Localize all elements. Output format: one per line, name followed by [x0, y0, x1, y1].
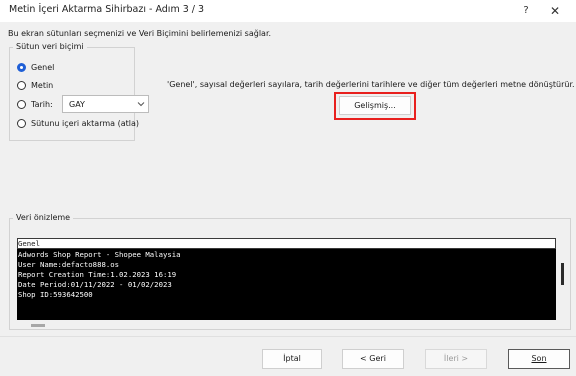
finish-button-label: Son [531, 354, 547, 363]
chevron-down-icon [136, 98, 146, 112]
radio-skip[interactable] [17, 119, 26, 128]
date-format-select[interactable]: GAY [62, 95, 149, 113]
vertical-scrollbar-thumb[interactable] [561, 263, 564, 285]
preview-line: User Name:defacto888.os [18, 260, 120, 269]
preview-column-header-text: Genel [18, 239, 40, 248]
radio-date[interactable] [17, 100, 26, 109]
preview-line: Date Period:01/11/2022 - 01/02/2023 [18, 280, 172, 289]
preview-line: Report Creation Time:1.02.2023 16:19 [18, 270, 177, 279]
cancel-button[interactable]: İptal [262, 349, 322, 369]
preview-line: Shop ID:593642500 [18, 290, 93, 299]
radio-skip-label[interactable]: Sütunu içeri aktarma (atla) [31, 119, 139, 128]
format-description: 'Genel', sayısal değerleri sayılara, tar… [167, 80, 575, 89]
radio-text-label[interactable]: Metin [31, 81, 53, 90]
intro-text: Bu ekran sütunları seçmenizi ve Veri Biç… [8, 29, 272, 38]
window-title: Metin İçeri Aktarma Sihirbazı - Adım 3 /… [9, 4, 205, 15]
horizontal-scrollbar-thumb[interactable] [31, 324, 45, 327]
close-button[interactable]: ✕ [547, 3, 563, 19]
next-button[interactable]: İleri > [425, 349, 487, 369]
date-format-value: GAY [69, 100, 85, 109]
help-button[interactable]: ? [518, 3, 534, 19]
radio-general-label[interactable]: Genel [31, 63, 54, 72]
back-button-label: < Geri [360, 354, 386, 363]
footer-separator [0, 336, 576, 337]
preview-line: Adwords Shop Report - Shopee Malaysia [18, 250, 181, 259]
radio-date-label[interactable]: Tarih: [31, 100, 53, 109]
finish-button[interactable]: Son [508, 349, 570, 369]
preview-legend: Veri önizleme [13, 213, 74, 222]
radio-general[interactable] [17, 63, 26, 72]
radio-text[interactable] [17, 81, 26, 90]
advanced-button[interactable]: Gelişmiş... [339, 96, 411, 115]
preview-column-header[interactable] [17, 238, 556, 249]
back-button[interactable]: < Geri [342, 349, 404, 369]
column-format-legend: Sütun veri biçimi [13, 42, 87, 51]
